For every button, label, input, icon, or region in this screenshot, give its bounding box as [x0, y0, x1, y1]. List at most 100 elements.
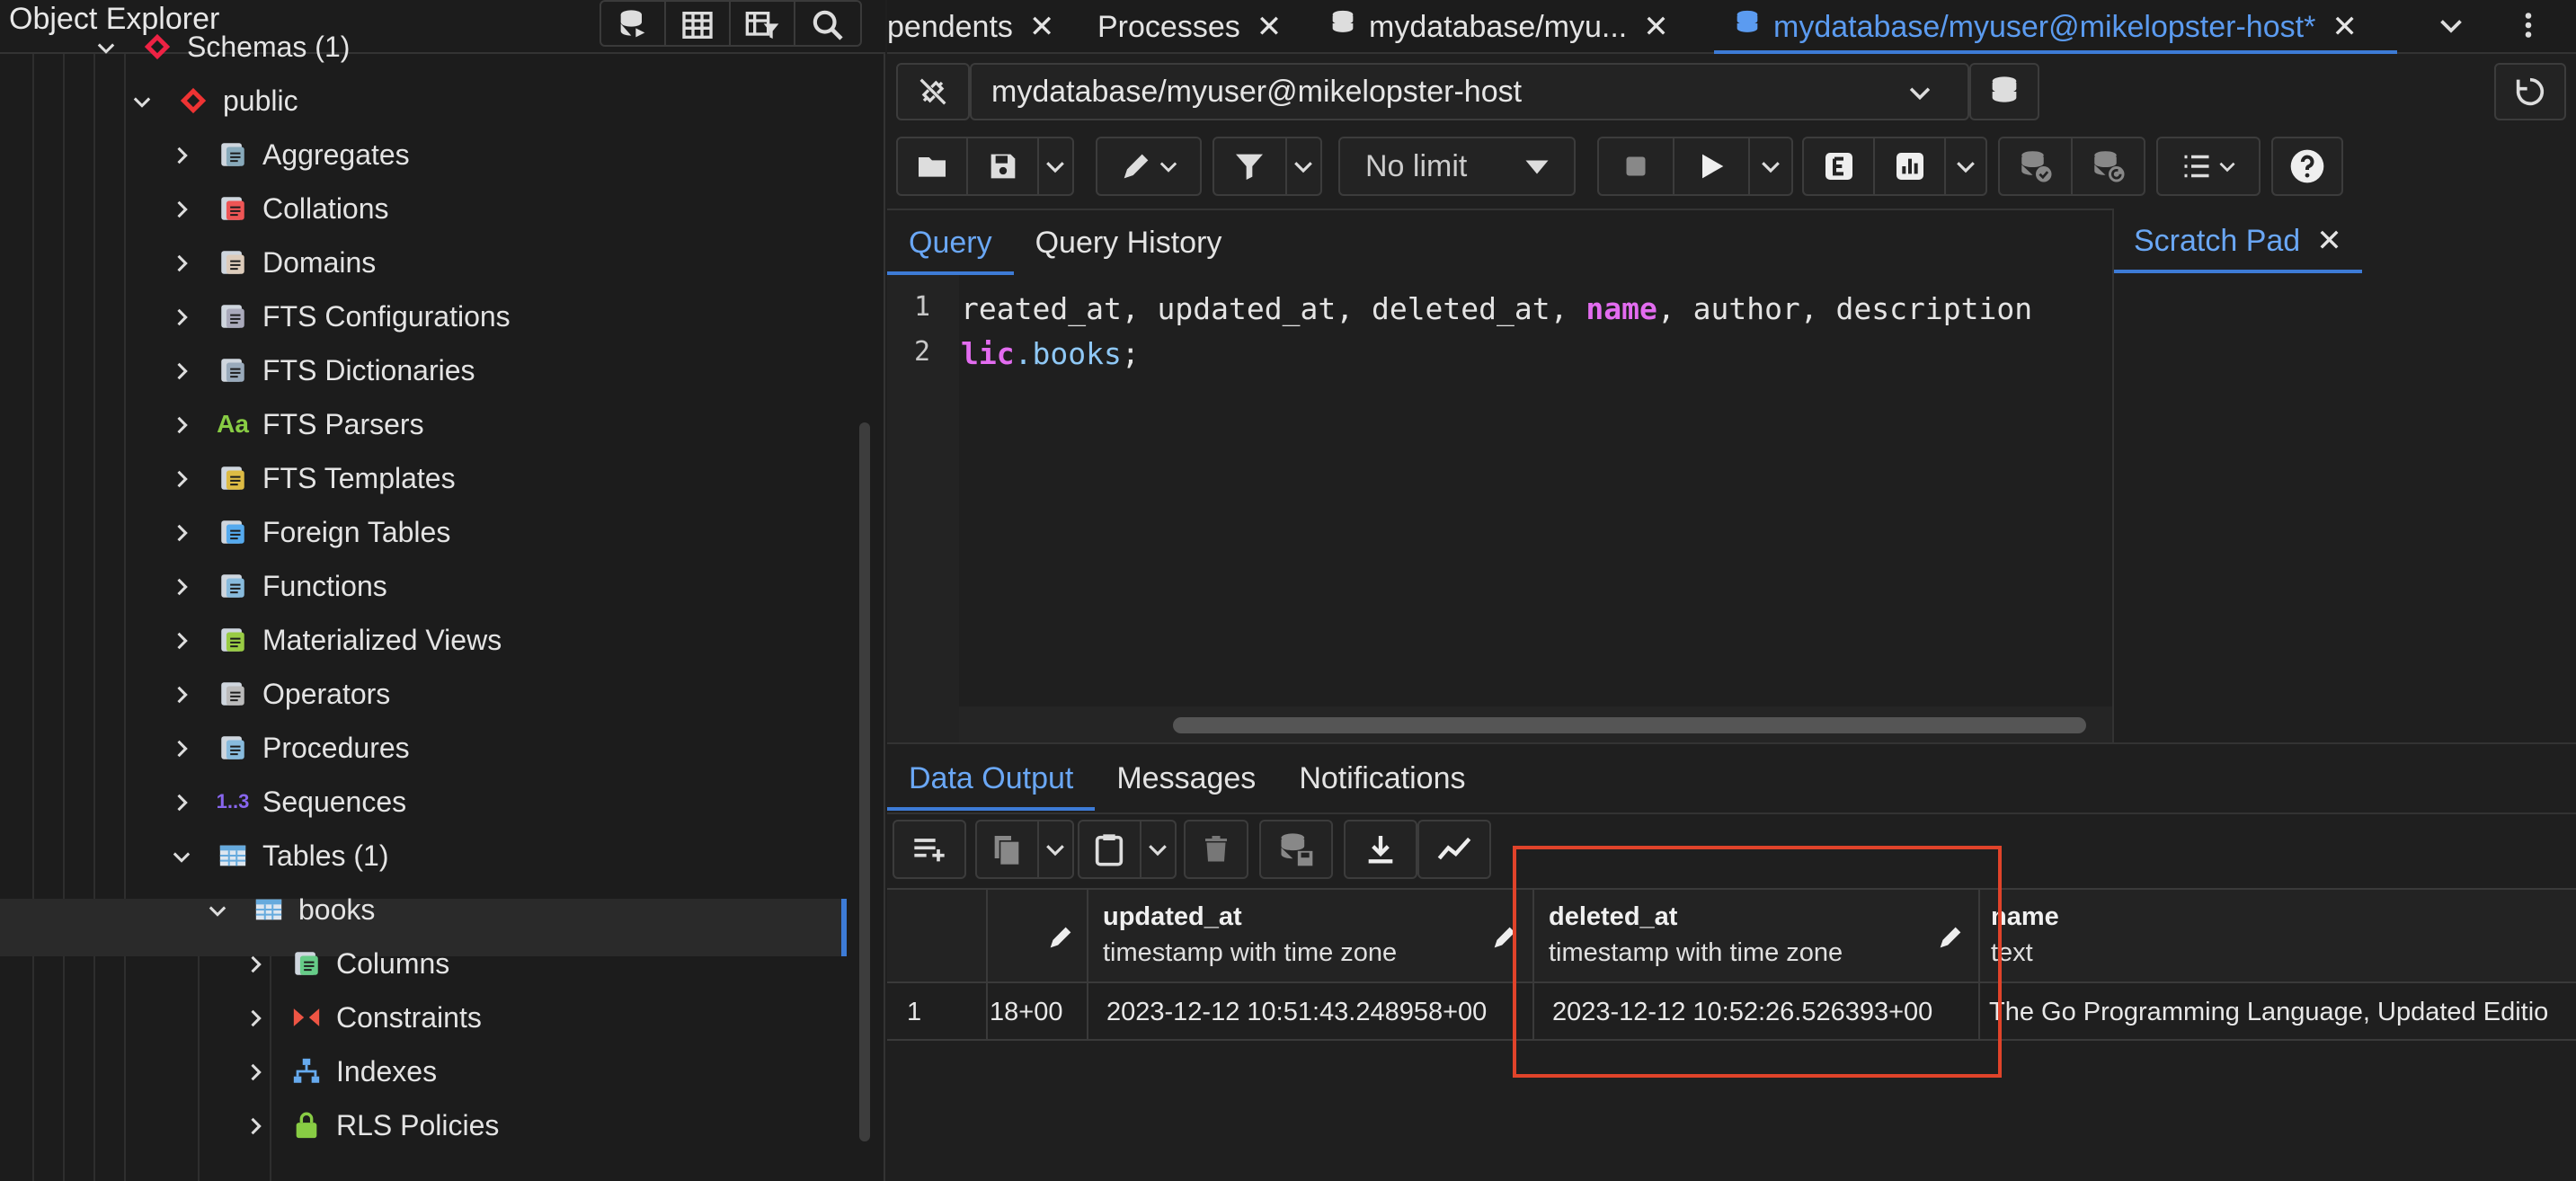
- tree-item-collations[interactable]: Collations: [169, 182, 389, 235]
- stop-icon[interactable]: [1599, 138, 1674, 194]
- tab-dependents[interactable]: pendents ✕: [887, 0, 1054, 54]
- chevron-down-icon[interactable]: [1039, 138, 1072, 194]
- chevron-right-icon[interactable]: [243, 1113, 268, 1138]
- tree-item-fts-dictionaries[interactable]: FTS Dictionaries: [169, 343, 475, 397]
- explain-icon[interactable]: [1804, 138, 1876, 194]
- tab-data-output[interactable]: Data Output: [887, 746, 1096, 811]
- save-icon[interactable]: [968, 138, 1039, 194]
- tab-messages[interactable]: Messages: [1095, 746, 1277, 811]
- row-limit-select[interactable]: No limit: [1338, 137, 1576, 196]
- download-icon[interactable]: [1344, 820, 1417, 879]
- close-icon[interactable]: ✕: [1643, 9, 1669, 45]
- tree-item-rls-policies[interactable]: RLS Policies: [243, 1098, 499, 1152]
- chevron-right-icon[interactable]: [169, 304, 194, 329]
- chevron-down-icon[interactable]: [2435, 9, 2467, 46]
- tab-query-history[interactable]: Query History: [1014, 210, 1244, 275]
- chevron-right-icon[interactable]: [169, 573, 194, 599]
- chevron-down-icon[interactable]: [1141, 821, 1175, 877]
- connection-status-icon[interactable]: [896, 63, 970, 120]
- copy-icon[interactable]: [977, 821, 1039, 877]
- code-line-1[interactable]: reated_at, updated_at, deleted_at, name,…: [961, 291, 2032, 326]
- delete-icon[interactable]: [1184, 820, 1248, 879]
- add-row-icon[interactable]: [893, 820, 966, 879]
- tree-item-functions[interactable]: Functions: [169, 559, 387, 613]
- refresh-icon[interactable]: [2494, 63, 2566, 120]
- tree-item-procedures[interactable]: Procedures: [169, 721, 410, 775]
- help-icon[interactable]: [2271, 137, 2343, 196]
- tree-item-tables-1[interactable]: Tables (1): [169, 829, 389, 883]
- chevron-right-icon[interactable]: [169, 681, 194, 706]
- close-icon[interactable]: ✕: [1257, 9, 1283, 45]
- tab-query-active[interactable]: mydatabase/myuser@mikelopster-host* ✕: [1732, 0, 2358, 54]
- editor-horizontal-scrollbar[interactable]: [1173, 717, 2086, 733]
- execute-icon[interactable]: [1674, 138, 1750, 194]
- filtered-rows-icon[interactable]: [731, 2, 795, 45]
- chevron-down-icon[interactable]: [1287, 138, 1320, 194]
- chevron-right-icon[interactable]: [169, 735, 194, 760]
- tree-item-materialized-views[interactable]: Materialized Views: [169, 613, 502, 667]
- query-tool-icon[interactable]: [601, 2, 666, 45]
- chevron-down-icon[interactable]: [1039, 821, 1072, 877]
- chevron-right-icon[interactable]: [243, 1005, 268, 1030]
- filter-icon[interactable]: [1214, 138, 1287, 194]
- chevron-down-icon[interactable]: [129, 88, 155, 113]
- tab-notifications[interactable]: Notifications: [1277, 746, 1487, 811]
- chevron-right-icon[interactable]: [169, 789, 194, 814]
- tab-processes[interactable]: Processes ✕: [1097, 0, 1282, 54]
- table-cell[interactable]: The Go Programming Language, Updated Edi…: [1980, 983, 2576, 1041]
- edit-menu-button[interactable]: [1096, 137, 1202, 196]
- scratch-pad-editor[interactable]: [2114, 275, 2576, 742]
- chevron-right-icon[interactable]: [169, 466, 194, 491]
- view-data-icon[interactable]: [666, 2, 731, 45]
- chevron-down-icon[interactable]: [205, 897, 230, 922]
- chevron-down-icon[interactable]: [169, 843, 194, 868]
- new-connection-icon[interactable]: [1969, 63, 2039, 120]
- tab-query-1[interactable]: mydatabase/myu... ✕: [1328, 0, 1669, 54]
- chevron-down-icon[interactable]: [93, 34, 119, 59]
- paste-icon[interactable]: [1079, 821, 1141, 877]
- chevron-right-icon[interactable]: [243, 951, 268, 976]
- tree-item-constraints[interactable]: Constraints: [243, 990, 482, 1044]
- connection-select[interactable]: mydatabase/myuser@mikelopster-host: [970, 63, 1969, 120]
- tree-item-domains[interactable]: Domains: [169, 235, 376, 289]
- explain-analyze-icon[interactable]: [1875, 138, 1947, 194]
- tree-item-fts-parsers[interactable]: Aa FTS Parsers: [169, 397, 424, 451]
- open-file-icon[interactable]: [898, 138, 969, 194]
- tree-item-schemas-1[interactable]: Schemas (1): [93, 20, 350, 74]
- tree-item-books[interactable]: books: [205, 883, 375, 937]
- chevron-right-icon[interactable]: [243, 1059, 268, 1084]
- tree-item-public[interactable]: public: [129, 74, 298, 128]
- tree-scrollbar[interactable]: [859, 422, 870, 1141]
- tab-scratch-pad[interactable]: Scratch Pad ✕: [2114, 209, 2362, 273]
- rollback-icon[interactable]: [2073, 138, 2144, 194]
- code-line-2[interactable]: lic.books;: [961, 336, 1140, 371]
- close-icon[interactable]: ✕: [2316, 223, 2342, 259]
- close-icon[interactable]: ✕: [2332, 9, 2358, 45]
- chevron-right-icon[interactable]: [169, 627, 194, 653]
- column-header-name[interactable]: name text: [1980, 890, 2576, 983]
- tree-item-aggregates[interactable]: Aggregates: [169, 128, 410, 182]
- row-number[interactable]: 1: [887, 983, 988, 1041]
- column-header[interactable]: [988, 890, 1088, 983]
- table-cell[interactable]: 2023-12-12 10:51:43.248958+00: [1088, 983, 1534, 1041]
- chevron-right-icon[interactable]: [169, 519, 194, 545]
- commit-icon[interactable]: [2000, 138, 2073, 194]
- graph-visualiser-icon[interactable]: [1417, 820, 1491, 879]
- tree-item-fts-templates[interactable]: FTS Templates: [169, 451, 456, 505]
- search-icon[interactable]: [795, 2, 860, 45]
- chevron-right-icon[interactable]: [169, 412, 194, 437]
- chevron-right-icon[interactable]: [169, 196, 194, 221]
- tree-item-fts-configurations[interactable]: FTS Configurations: [169, 289, 511, 343]
- tree-item-foreign-tables[interactable]: Foreign Tables: [169, 505, 450, 559]
- tree-item-columns[interactable]: Columns: [243, 937, 449, 990]
- table-cell[interactable]: 18+00: [988, 983, 1088, 1041]
- close-icon[interactable]: ✕: [1029, 9, 1055, 45]
- chevron-right-icon[interactable]: [169, 358, 194, 383]
- chevron-right-icon[interactable]: [169, 142, 194, 167]
- more-options-icon[interactable]: [2512, 7, 2545, 48]
- tree-item-operators[interactable]: Operators: [169, 667, 390, 721]
- column-header-updated-at[interactable]: updated_at timestamp with time zone: [1088, 890, 1534, 983]
- macros-menu-button[interactable]: [2156, 137, 2261, 196]
- chevron-right-icon[interactable]: [169, 250, 194, 275]
- chevron-down-icon[interactable]: [1946, 138, 1985, 194]
